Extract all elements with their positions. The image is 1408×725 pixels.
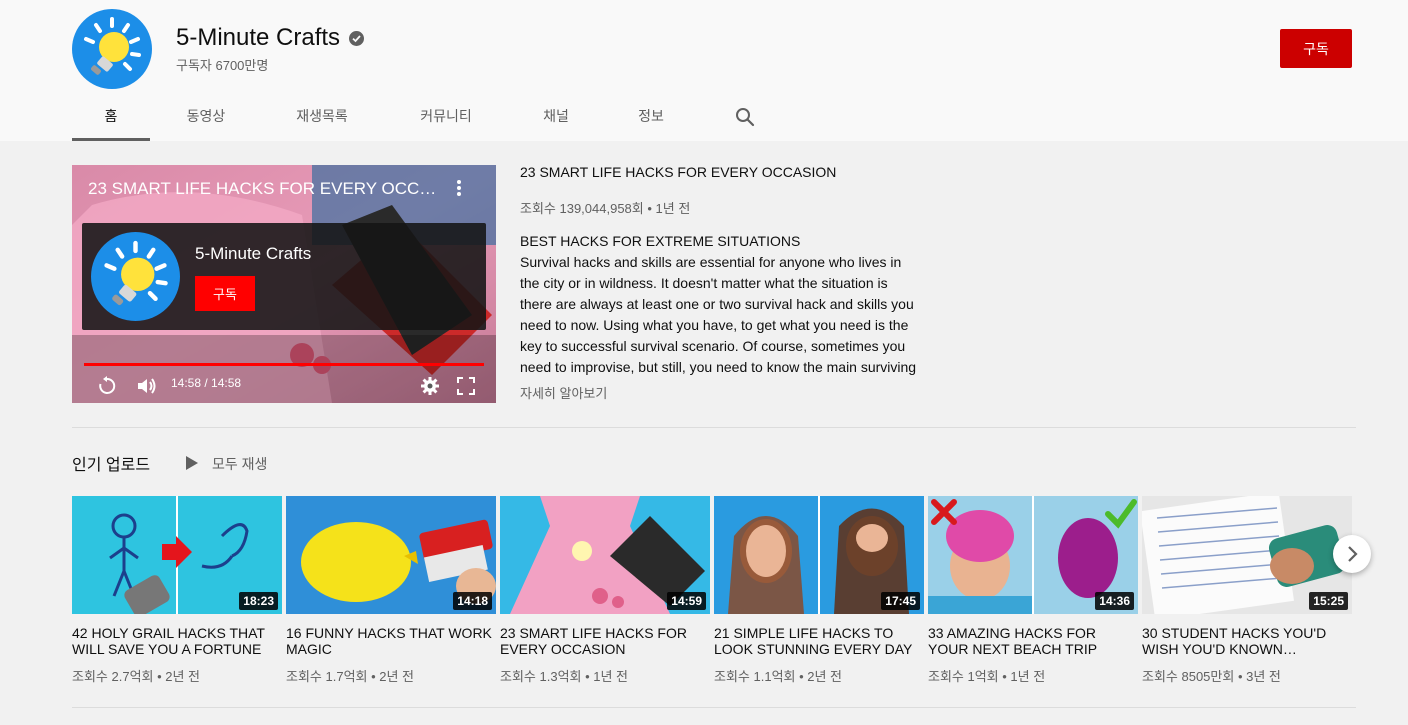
progress-fill xyxy=(84,363,484,366)
video-thumbnail[interactable]: 18:23 xyxy=(72,496,282,614)
video-meta: 조회수 1.3억회 • 1년 전 xyxy=(500,669,629,684)
video-title[interactable]: 42 HOLY GRAIL HACKS THAT WILL SAVE YOU A… xyxy=(72,625,282,657)
video-duration: 14:59 xyxy=(667,592,706,610)
description-body: Survival hacks and skills are essential … xyxy=(520,254,917,375)
player-title[interactable]: 23 SMART LIFE HACKS FOR EVERY OCCASION xyxy=(88,179,438,199)
channel-header: 5-Minute Crafts 구독자 6700만명 구독 홈 동영상 재생목록… xyxy=(0,0,1408,141)
endcard-subscribe-button[interactable]: 구독 xyxy=(195,276,255,311)
play-all-label: 모두 재생 xyxy=(212,456,268,472)
settings-gear-icon[interactable] xyxy=(419,375,441,402)
video-thumbnail[interactable]: 14:36 xyxy=(928,496,1138,614)
video-duration: 18:23 xyxy=(239,592,278,610)
fullscreen-icon[interactable] xyxy=(455,375,477,402)
subscribe-button[interactable]: 구독 xyxy=(1280,29,1352,68)
endcard-channel-card[interactable]: 5-Minute Crafts 구독 xyxy=(82,223,486,330)
replay-icon[interactable] xyxy=(96,375,118,402)
video-title[interactable]: 30 STUDENT HACKS YOU'D WISH YOU'D KNOWN… xyxy=(1142,625,1352,657)
search-icon[interactable] xyxy=(734,106,756,128)
time-display: 14:58 / 14:58 xyxy=(171,376,242,390)
video-title[interactable]: 21 SIMPLE LIFE HACKS TO LOOK STUNNING EV… xyxy=(714,625,924,657)
video-meta: 조회수 2.7억회 • 2년 전 xyxy=(72,669,201,684)
subscriber-count: 구독자 6700만명 xyxy=(176,58,269,73)
tab-channels[interactable]: 채널 xyxy=(532,96,580,141)
tab-home[interactable]: 홈 xyxy=(72,96,150,141)
channel-avatar[interactable] xyxy=(72,9,152,89)
video-title[interactable]: 33 AMAZING HACKS FOR YOUR NEXT BEACH TRI… xyxy=(928,625,1138,657)
tab-playlists[interactable]: 재생목록 xyxy=(284,96,360,141)
video-meta: 조회수 8505만회 • 3년 전 xyxy=(1142,669,1281,684)
video-card[interactable]: 18:23 42 HOLY GRAIL HACKS THAT WILL SAVE… xyxy=(72,496,282,685)
tab-community[interactable]: 커뮤니티 xyxy=(408,96,484,141)
video-meta: 조회수 1억회 • 1년 전 xyxy=(928,669,1046,684)
video-duration: 14:36 xyxy=(1095,592,1134,610)
video-card[interactable]: 14:18 16 FUNNY HACKS THAT WORK MAGIC 조회수… xyxy=(286,496,496,685)
video-card[interactable]: 17:45 21 SIMPLE LIFE HACKS TO LOOK STUNN… xyxy=(714,496,924,685)
video-thumbnail[interactable]: 14:59 xyxy=(500,496,710,614)
featured-video-info: 23 SMART LIFE HACKS FOR EVERY OCCASION 조… xyxy=(520,165,920,401)
progress-bar[interactable] xyxy=(84,363,484,366)
lightbulb-icon xyxy=(104,240,168,306)
read-more-link[interactable]: 자세히 알아보기 xyxy=(520,383,607,402)
shelf-next-button[interactable] xyxy=(1333,535,1371,573)
video-thumbnail[interactable]: 17:45 xyxy=(714,496,924,614)
video-title[interactable]: 23 SMART LIFE HACKS FOR EVERY OCCASION xyxy=(500,625,710,657)
endcard-avatar[interactable] xyxy=(91,232,180,321)
endcard-channel-name[interactable]: 5-Minute Crafts xyxy=(195,244,311,264)
section-divider xyxy=(72,427,1356,428)
video-card[interactable]: 14:59 23 SMART LIFE HACKS FOR EVERY OCCA… xyxy=(500,496,710,685)
video-thumbnail[interactable]: 14:18 xyxy=(286,496,496,614)
tab-videos[interactable]: 동영상 xyxy=(170,96,242,141)
more-vert-icon[interactable] xyxy=(452,177,466,199)
volume-icon[interactable] xyxy=(135,375,159,402)
chevron-right-icon xyxy=(1348,546,1358,562)
shelf-title[interactable]: 인기 업로드 xyxy=(72,451,150,475)
video-duration: 14:18 xyxy=(453,592,492,610)
featured-video-player[interactable]: 23 SMART LIFE HACKS FOR EVERY OCCASION 5… xyxy=(72,165,496,403)
featured-video-description: BEST HACKS FOR EXTREME SITUATIONS Surviv… xyxy=(520,231,920,378)
featured-video-title[interactable]: 23 SMART LIFE HACKS FOR EVERY OCCASION xyxy=(520,165,920,179)
tab-about[interactable]: 정보 xyxy=(627,96,675,141)
lightbulb-icon xyxy=(84,17,141,75)
video-card[interactable]: 15:25 30 STUDENT HACKS YOU'D WISH YOU'D … xyxy=(1142,496,1352,685)
section-divider xyxy=(72,707,1356,708)
play-icon xyxy=(186,456,198,470)
video-meta: 조회수 1.1억회 • 2년 전 xyxy=(714,669,843,684)
video-duration: 17:45 xyxy=(881,592,920,610)
video-thumbnail[interactable]: 15:25 xyxy=(1142,496,1352,614)
channel-name: 5-Minute Crafts xyxy=(176,24,341,51)
video-title[interactable]: 16 FUNNY HACKS THAT WORK MAGIC xyxy=(286,625,496,657)
featured-video-meta: 조회수 139,044,958회 • 1년 전 xyxy=(520,201,691,216)
video-duration: 15:25 xyxy=(1309,592,1348,610)
description-heading: BEST HACKS FOR EXTREME SITUATIONS xyxy=(520,233,801,249)
verified-check-icon xyxy=(349,31,364,46)
video-card[interactable]: 14:36 33 AMAZING HACKS FOR YOUR NEXT BEA… xyxy=(928,496,1138,685)
video-meta: 조회수 1.7억회 • 2년 전 xyxy=(286,669,415,684)
